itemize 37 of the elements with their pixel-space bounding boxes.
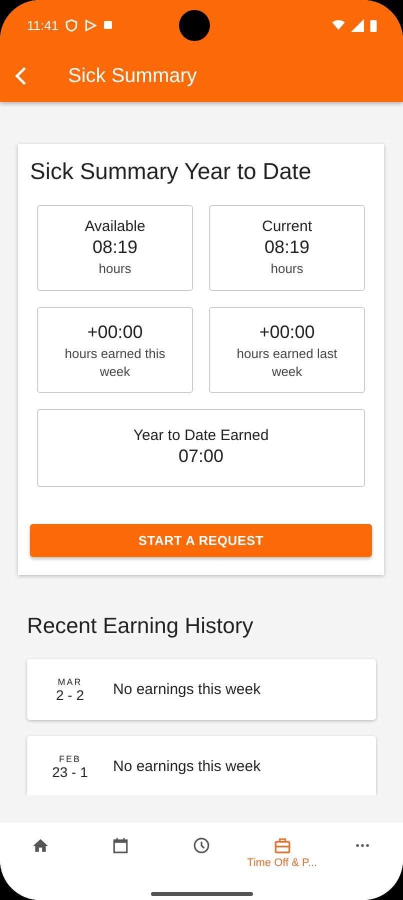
history-text: No earnings this week <box>113 758 261 775</box>
date-range: 2 - 2 <box>56 686 84 702</box>
play-icon <box>84 18 97 32</box>
stat-value: 07:00 <box>178 446 224 467</box>
history-text: No earnings this week <box>113 681 261 698</box>
stat-unit: hours earned this week <box>64 344 166 380</box>
app-icon <box>102 20 113 30</box>
calendar-icon <box>112 837 130 854</box>
stat-value: +00:00 <box>259 322 315 342</box>
date-month: MAR <box>58 676 82 686</box>
shield-icon <box>64 18 78 32</box>
stat-label: Year to Date Earned <box>133 427 269 444</box>
battery-icon <box>370 18 377 32</box>
history-card[interactable]: FEB 23 - 1 No earnings this week <box>27 736 376 795</box>
card-title: Sick Summary Year to Date <box>30 158 312 185</box>
home-icon <box>32 837 49 854</box>
date-month: FEB <box>58 754 81 764</box>
stat-unit: hours <box>270 260 304 278</box>
section-heading: Recent Earning History <box>27 613 254 639</box>
camera-cutout <box>178 10 210 40</box>
stat-unit: hours <box>98 260 132 278</box>
wifi-icon <box>332 18 345 32</box>
status-time: 11:41 <box>27 18 59 32</box>
screen-title: Sick Summary <box>68 64 197 88</box>
stat-value: +00:00 <box>87 322 143 342</box>
stat-value: 08:19 <box>92 237 138 258</box>
date-range: 23 - 1 <box>52 764 88 780</box>
signal-icon <box>351 18 364 32</box>
stat-label: Current <box>262 218 312 235</box>
stat-label: Available <box>84 218 146 235</box>
clock-icon <box>192 837 210 854</box>
briefcase-icon <box>274 837 291 854</box>
back-icon[interactable] <box>15 66 27 86</box>
history-card[interactable]: MAR 2 - 2 No earnings this week <box>27 659 376 720</box>
stat-unit: hours earned last week <box>236 344 338 380</box>
stat-value: 08:19 <box>264 237 310 258</box>
more-icon <box>356 844 370 847</box>
